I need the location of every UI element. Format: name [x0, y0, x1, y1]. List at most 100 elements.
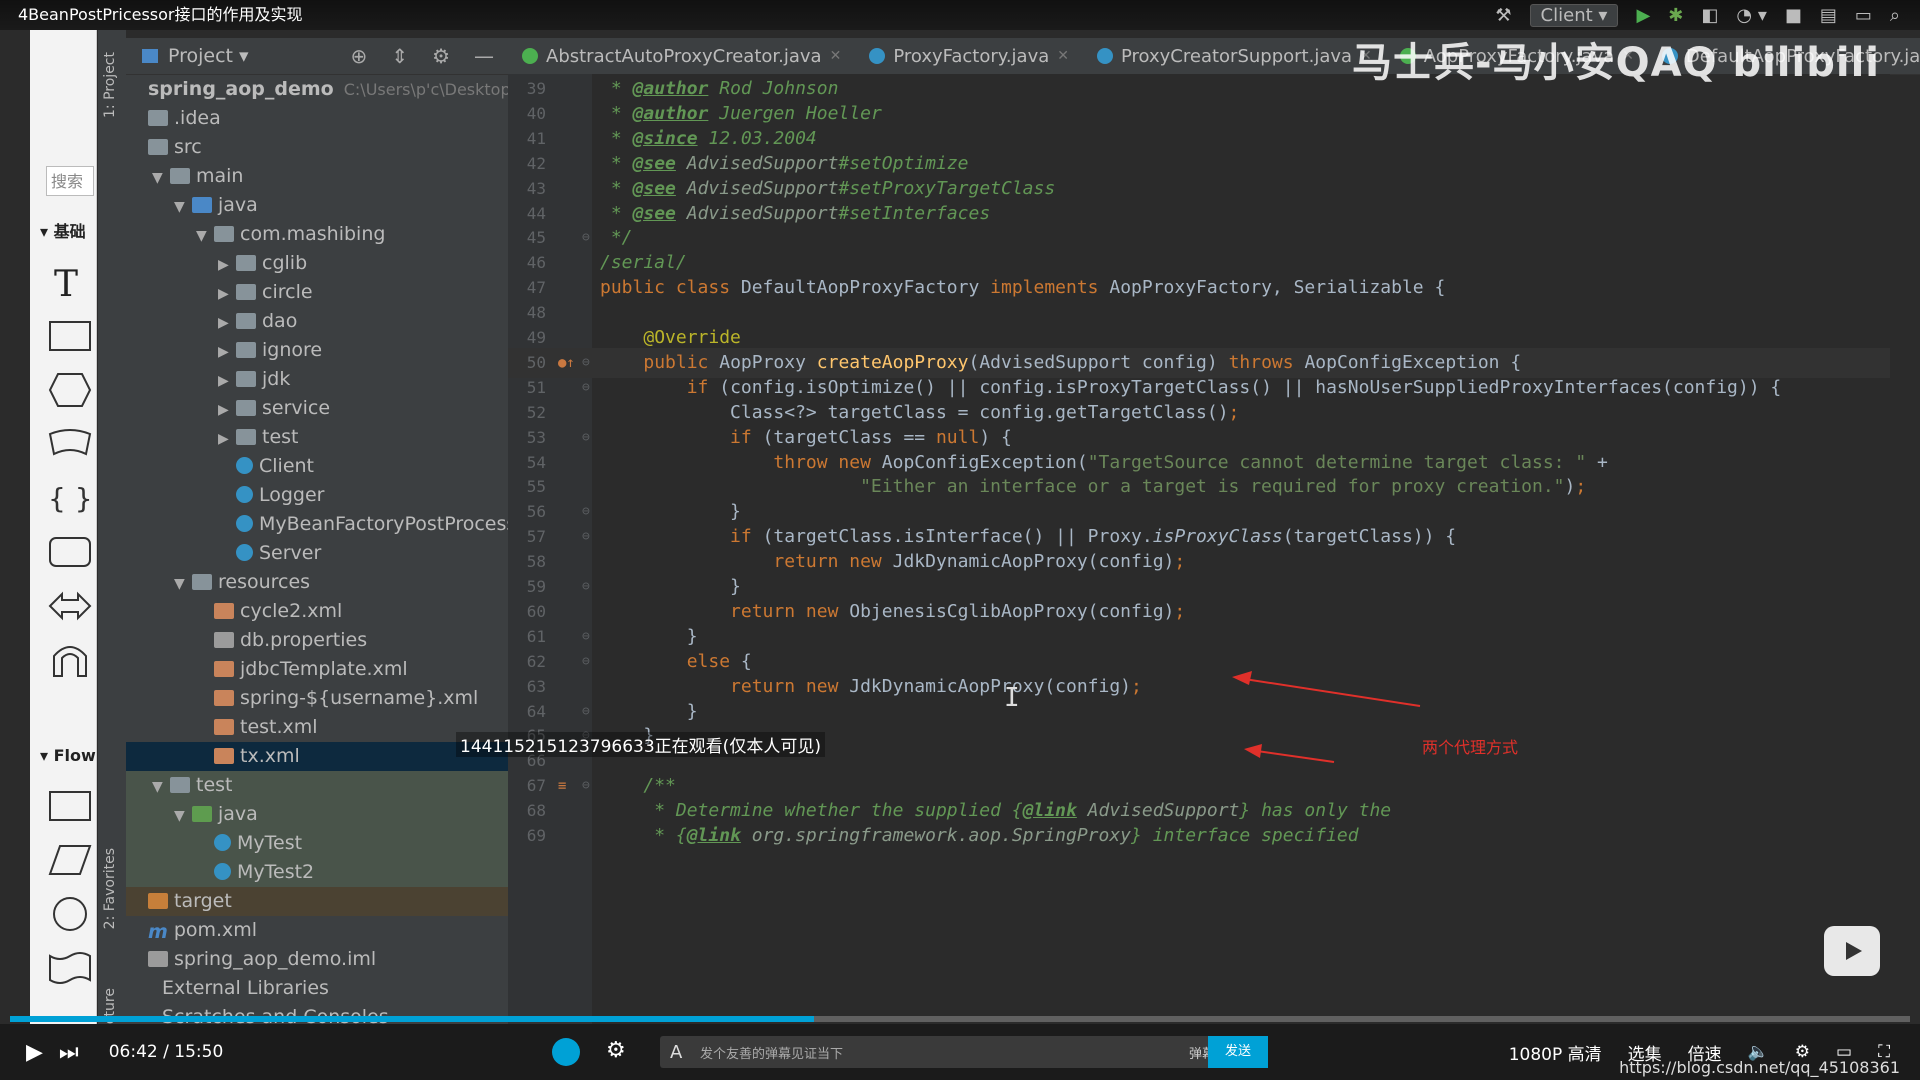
tree-item[interactable]: MyBeanFactoryPostProcessor [126, 510, 508, 539]
document-shape-icon[interactable] [48, 426, 92, 462]
tree-item-label: java [218, 803, 258, 825]
locate-icon[interactable]: ⊕ [351, 44, 368, 68]
shapes-section-flow[interactable]: ▾ Flow [40, 746, 96, 765]
tree-item[interactable]: MyTest2 [126, 858, 508, 887]
search-everywhere-icon[interactable]: ⌕ [1890, 5, 1900, 26]
hexagon-shape-icon[interactable] [48, 372, 92, 408]
rounded-rect-shape-icon[interactable] [48, 534, 92, 570]
shapes-section-basic[interactable]: ▾ 基础 [40, 218, 86, 242]
danmu-toggle-icon[interactable] [552, 1038, 580, 1066]
tree-item[interactable]: ▶ jdk [126, 365, 508, 394]
tree-item[interactable]: src [126, 133, 508, 162]
double-arrow-shape-icon[interactable] [48, 588, 92, 624]
coverage-icon[interactable]: ◧ [1701, 5, 1718, 26]
profile-icon[interactable]: ◔ ▾ [1736, 5, 1766, 26]
code-line[interactable]: 69 * {@link org.springframework.aop.Spri… [508, 821, 1890, 851]
tree-item[interactable]: spring_aop_demo C:\Users\p'c\Desktop\spri [126, 75, 508, 104]
close-tab-icon[interactable]: ✕ [830, 48, 842, 64]
collapsed-arrow-icon[interactable]: ▶ [218, 338, 236, 367]
tree-item[interactable]: cycle2.xml [126, 597, 508, 626]
tree-item[interactable]: Logger [126, 481, 508, 510]
collapse-all-icon[interactable]: ⇕ [391, 44, 408, 68]
tree-item[interactable]: m pom.xml [126, 916, 508, 945]
next-icon[interactable]: ⏭ [59, 1040, 79, 1065]
tree-item[interactable]: ▶ test [126, 423, 508, 452]
expanded-arrow-icon[interactable]: ▼ [174, 802, 192, 831]
tree-item[interactable]: spring-${username}.xml [126, 684, 508, 713]
close-tab-icon[interactable]: ✕ [1057, 48, 1069, 64]
danmu-send-button[interactable]: 发送 [1208, 1036, 1268, 1068]
braces-shape-icon[interactable]: { } [48, 480, 92, 516]
run-icon[interactable]: ▶ [1636, 5, 1650, 26]
project-tool-button[interactable]: 1: Project [102, 52, 118, 118]
shape-search-input[interactable]: 搜索 [46, 166, 94, 196]
settings-gear-icon[interactable]: ⚙ [432, 44, 450, 68]
project-view-select[interactable]: Project ▾ [168, 45, 249, 67]
tree-item[interactable]: tx.xml [126, 742, 508, 771]
code-editor[interactable]: 39 * @author Rod Johnson 40 * @author Jue… [508, 74, 1890, 1024]
tv-mascot-icon[interactable] [1824, 926, 1880, 976]
folder-icon [192, 574, 212, 590]
tree-item[interactable]: Server [126, 539, 508, 568]
danmu-settings-icon[interactable]: ⚙ [606, 1038, 626, 1063]
tree-item[interactable]: Client [126, 452, 508, 481]
magnet-shape-icon[interactable] [48, 642, 92, 678]
stop-icon[interactable]: ■ [1785, 5, 1802, 26]
expanded-arrow-icon[interactable]: ▼ [174, 570, 192, 599]
text-shape-icon[interactable]: T [48, 264, 92, 300]
play-icon[interactable]: ▶ [26, 1040, 43, 1065]
annotation-label: 两个代理方式 [1422, 738, 1519, 757]
parallelogram-shape-icon[interactable] [48, 842, 92, 878]
tree-item[interactable]: target [126, 887, 508, 916]
favorites-tool-button[interactable]: 2: Favorites [102, 848, 118, 929]
hammer-icon[interactable]: ⚒ [1495, 5, 1511, 26]
editor-tab[interactable]: ProxyFactory.java ✕ [855, 38, 1083, 74]
tree-item[interactable]: External Libraries [126, 974, 508, 1003]
tree-item[interactable]: .idea [126, 104, 508, 133]
tape-shape-icon[interactable] [48, 950, 92, 986]
tree-item[interactable]: ▶ ignore [126, 336, 508, 365]
editor-tab[interactable]: ProxyCreatorSupport.java ✕ [1083, 38, 1386, 74]
tree-item[interactable]: ▼ java [126, 800, 508, 829]
collapsed-arrow-icon[interactable]: ▶ [218, 367, 236, 396]
package-icon [236, 313, 256, 329]
window-icon[interactable]: ▭ [1855, 5, 1872, 26]
collapsed-arrow-icon[interactable]: ▶ [218, 280, 236, 309]
hide-panel-icon[interactable]: — [474, 44, 494, 68]
class-icon [1097, 48, 1113, 64]
danmu-style-icon[interactable]: A [670, 1042, 682, 1063]
debug-icon[interactable]: ✱ [1668, 5, 1683, 26]
tree-item[interactable]: ▶ cglib [126, 249, 508, 278]
tree-item[interactable]: ▼ test [126, 771, 508, 800]
circle-shape-icon[interactable] [48, 896, 92, 932]
tree-item[interactable]: ▶ circle [126, 278, 508, 307]
tree-item[interactable]: db.properties [126, 626, 508, 655]
tree-item[interactable]: jdbcTemplate.xml [126, 655, 508, 684]
project-structure-icon[interactable]: ▤ [1820, 5, 1837, 26]
video-progress-bar[interactable] [10, 1016, 1910, 1022]
expanded-arrow-icon[interactable]: ▼ [174, 193, 192, 222]
process-shape-icon[interactable] [48, 788, 92, 824]
danmu-input[interactable]: A 发个友善的弹幕见证当下 弹幕礼仪 > [660, 1036, 1268, 1068]
quality-select[interactable]: 1080P 高清 [1509, 1040, 1602, 1065]
expanded-arrow-icon[interactable]: ▼ [152, 164, 170, 193]
tree-item[interactable]: ▶ dao [126, 307, 508, 336]
tree-item[interactable]: ▼ com.mashibing [126, 220, 508, 249]
rectangle-shape-icon[interactable] [48, 318, 92, 354]
tree-item[interactable]: ▼ java [126, 191, 508, 220]
tree-item[interactable]: ▼ main [126, 162, 508, 191]
tree-item[interactable]: ▼ resources [126, 568, 508, 597]
collapsed-arrow-icon[interactable]: ▶ [218, 425, 236, 454]
tree-item[interactable]: MyTest [126, 829, 508, 858]
collapsed-arrow-icon[interactable]: ▶ [218, 309, 236, 338]
editor-tab[interactable]: AbstractAutoProxyCreator.java ✕ [508, 38, 855, 74]
expanded-arrow-icon[interactable]: ▼ [152, 773, 170, 802]
folder-icon [148, 139, 168, 155]
expanded-arrow-icon[interactable]: ▼ [196, 222, 214, 251]
collapsed-arrow-icon[interactable]: ▶ [218, 396, 236, 425]
collapsed-arrow-icon[interactable]: ▶ [218, 251, 236, 280]
tree-item[interactable]: spring_aop_demo.iml [126, 945, 508, 974]
tree-item[interactable]: test.xml [126, 713, 508, 742]
tree-item[interactable]: ▶ service [126, 394, 508, 423]
run-config-select[interactable]: Client ▾ [1529, 3, 1619, 27]
